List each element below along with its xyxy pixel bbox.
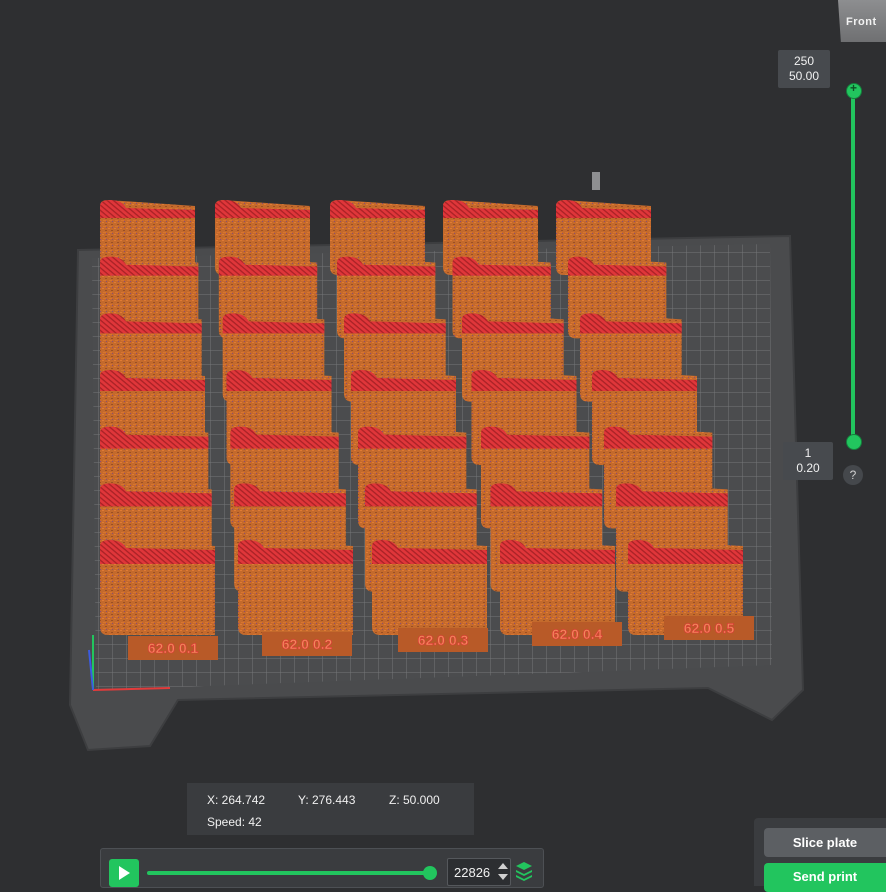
layer-bottom-number: 1 <box>804 446 812 460</box>
printed-object[interactable] <box>500 540 615 635</box>
layer-bottom-handle[interactable] <box>846 434 862 450</box>
layer-top-number: 250 <box>793 54 815 68</box>
move-progress-handle[interactable] <box>423 866 437 880</box>
speed-readout: Speed: 42 <box>207 815 262 829</box>
slice-plate-button[interactable]: Slice plate <box>764 828 886 857</box>
printed-objects <box>100 200 743 635</box>
purge-tower <box>592 172 600 190</box>
move-index-input[interactable]: 22826 <box>447 858 511 886</box>
object-label-text: 62.0 0.3 <box>418 632 469 648</box>
move-index-value: 22826 <box>454 865 491 880</box>
view-cube[interactable]: Front <box>836 0 886 42</box>
move-index-stepper[interactable] <box>496 861 510 883</box>
object-label-text: 62.0 0.2 <box>282 636 333 652</box>
move-progress-slider[interactable] <box>147 871 431 875</box>
coord-z: Z: 50.000 <box>389 793 440 807</box>
coordinate-readout: X: 264.742 Y: 276.443 Z: 50.000 Speed: 4… <box>187 783 474 835</box>
chevron-up-icon[interactable] <box>498 863 508 869</box>
layers-icon[interactable] <box>515 861 533 881</box>
chevron-down-icon[interactable] <box>498 874 508 880</box>
coord-y: Y: 276.443 <box>298 793 356 807</box>
play-button[interactable] <box>109 859 139 887</box>
printed-object[interactable] <box>238 540 353 635</box>
play-icon <box>119 866 130 880</box>
object-label-text: 62.0 0.1 <box>148 640 199 656</box>
help-button[interactable]: ? <box>843 465 863 485</box>
coord-x: X: 264.742 <box>207 793 266 807</box>
send-print-button[interactable]: Send print <box>764 863 886 892</box>
layer-top-handle[interactable] <box>846 81 862 99</box>
object-label-text: 62.0 0.5 <box>684 620 735 636</box>
view-cube-label: Front <box>846 16 877 28</box>
layer-bottom-height: 0.20 <box>796 461 820 475</box>
printed-object[interactable] <box>372 540 487 635</box>
object-label-text: 62.0 0.4 <box>552 626 603 642</box>
layer-slider-track[interactable] <box>851 90 855 442</box>
printed-object[interactable] <box>100 540 215 635</box>
3d-preview-viewport[interactable]: 62.0 0.1 62.0 0.2 62.0 0.3 62.0 0.4 62.0 0.5 <box>0 0 886 886</box>
layer-bottom-readout: 1 0.20 <box>783 442 833 480</box>
layer-top-height: 50.00 <box>788 69 820 83</box>
layer-top-readout: 250 50.00 <box>778 50 830 88</box>
playback-bar: 22826 <box>100 848 544 888</box>
